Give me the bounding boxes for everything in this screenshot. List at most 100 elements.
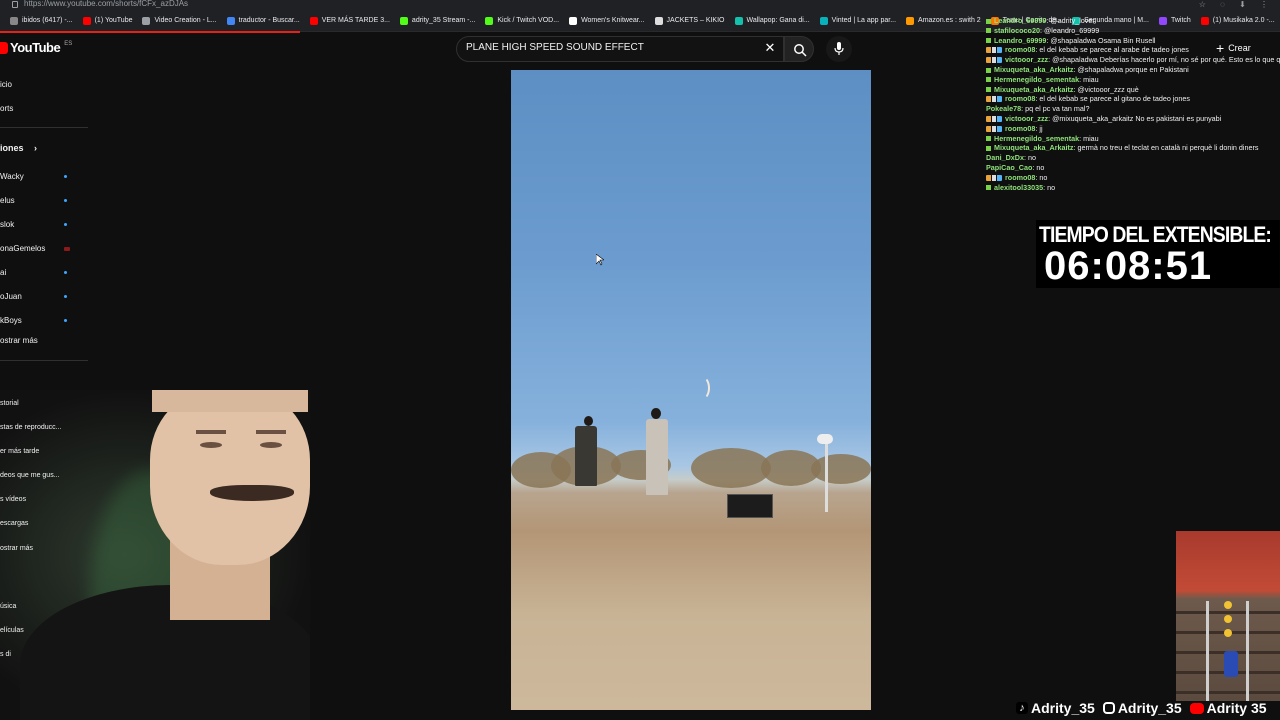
search-query-text[interactable]: PLANE HIGH SPEED SOUND EFFECT <box>466 42 644 53</box>
sidebar-channel-item[interactable]: oJuan <box>0 292 22 301</box>
chat-username[interactable]: roomo08 <box>1005 173 1035 182</box>
chevron-right-icon: › <box>34 143 38 153</box>
chat-username[interactable]: stafilococo20 <box>994 26 1040 35</box>
bookmark-item[interactable]: Women's Knitwear... <box>569 10 645 31</box>
chat-username[interactable]: Hermenegildo_sementak <box>994 75 1079 84</box>
chat-text: el del kebab se parece al gitano de tade… <box>1039 94 1191 104</box>
bookmark-item[interactable]: (1) YouTube <box>82 10 132 31</box>
sidebar-you-item[interactable]: deos que me gus... <box>0 472 60 479</box>
chat-username[interactable]: Pokeale78 <box>986 104 1021 113</box>
chat-badge-icon <box>986 77 991 83</box>
chat-badge-icon <box>986 125 1002 132</box>
url-text[interactable]: https://www.youtube.com/shorts/fCFx_azDJ… <box>24 0 188 8</box>
sidebar-you-item[interactable]: ostrar más <box>0 545 33 552</box>
chat-message: victooor_zzz: @shapaladwa Deberías hacer… <box>986 55 1280 65</box>
bookmark-item[interactable]: Wallapop: Gana di... <box>734 10 810 31</box>
chat-username[interactable]: Leandro_69999 <box>994 16 1046 25</box>
bookmark-item[interactable]: adrity_35 Stream -... <box>399 10 475 31</box>
sidebar-divider <box>0 127 88 128</box>
bookmark-label: traductor - Buscar... <box>238 17 300 24</box>
chat-username[interactable]: Mixuqueta_aka_Arkaitz <box>994 65 1074 74</box>
bookmark-item[interactable]: ibidos (6417) -... <box>10 10 73 31</box>
chat-username[interactable]: alexitool33035 <box>994 183 1043 192</box>
mouse-cursor-icon <box>596 254 604 266</box>
instagram-handle-text: Adrity_35 <box>1117 700 1182 716</box>
sidebar-item-inicio[interactable]: icio <box>0 80 12 89</box>
sidebar-you-item[interactable]: storial <box>0 400 19 407</box>
search-button[interactable] <box>784 36 814 62</box>
new-content-dot-icon <box>64 223 67 226</box>
voice-search-button[interactable] <box>826 36 852 62</box>
bookmark-item[interactable]: JACKETS – KIKIO <box>654 10 725 31</box>
chat-message: Hermenegildo_sementak: miau <box>986 134 1280 144</box>
social-handles: ♪ Adrity_35 Adrity_35 Adrity 35 <box>1016 700 1267 716</box>
chat-text: pq el pc va tan mal? <box>1025 104 1090 114</box>
sidebar-explore-item[interactable]: úsica <box>0 603 16 610</box>
sidebar-channel-item[interactable]: ai <box>0 268 6 277</box>
chat-badge-icon <box>986 18 991 24</box>
bookmark-label: ibidos (6417) -... <box>22 17 73 24</box>
sidebar-channel-item[interactable]: slok <box>0 220 14 229</box>
chat-text: @shapaladwa Osama Bin Rusell <box>1050 35 1156 45</box>
sidebar-channel-item[interactable]: Wacky <box>0 172 24 181</box>
bookmark-favicon-icon <box>734 16 743 25</box>
chat-username[interactable]: Leandro_69999 <box>994 36 1046 45</box>
new-content-dot-icon <box>64 175 67 178</box>
tiktok-handle: ♪ Adrity_35 <box>1016 700 1095 716</box>
sidebar-you-item[interactable]: s vídeos <box>0 496 26 503</box>
bookmark-item[interactable]: traductor - Buscar... <box>226 10 300 31</box>
chat-username[interactable]: victooor_zzz <box>1005 114 1048 123</box>
bookmark-favicon-icon <box>10 16 18 25</box>
bookmark-label: Amazon.es : swith 2 <box>918 17 981 24</box>
bookmark-item[interactable]: Vinted | La app par... <box>819 10 896 31</box>
bookmark-favicon-icon <box>142 16 151 25</box>
chat-username[interactable]: victooor_zzz <box>1005 55 1048 64</box>
chat-text: no <box>1047 182 1056 192</box>
sidebar-channel-item[interactable]: elus <box>0 196 15 205</box>
sidebar-explore-item[interactable]: s di <box>0 651 11 658</box>
chat-username[interactable]: Dani_DxDx <box>986 153 1024 162</box>
sidebar-channel-item[interactable]: kBoys <box>0 316 22 325</box>
sidebar-you-item[interactable]: escargas <box>0 520 28 527</box>
chat-badge-icon <box>986 96 1002 103</box>
chat-badge-icon <box>986 174 1002 181</box>
chat-message: roomo08: el del kebab se parece al gitan… <box>986 94 1280 104</box>
chat-username[interactable]: roomo08 <box>1005 124 1035 133</box>
sidebar-explore-item[interactable]: elículas <box>0 627 24 634</box>
clear-search-icon[interactable]: ✕ <box>762 40 778 56</box>
bookmark-favicon-icon <box>654 16 663 25</box>
chat-username[interactable]: roomo08 <box>1005 45 1035 54</box>
bookmark-favicon-icon <box>399 16 408 25</box>
shorts-video-player[interactable] <box>511 70 871 710</box>
bookmark-label: JACKETS – KIKIO <box>666 17 725 24</box>
chat-username[interactable]: PapiCao_Cao <box>986 163 1032 172</box>
chat-message: stafilococo20: @leandro_69999 <box>986 26 1280 36</box>
sidebar-item-shorts[interactable]: orts <box>0 104 13 113</box>
sidebar-you-item[interactable]: er más tarde <box>0 448 39 455</box>
bookmark-item[interactable]: Video Creation - L... <box>142 10 217 31</box>
chat-username[interactable]: Hermenegildo_sementak <box>994 134 1079 143</box>
bookmark-label: Video Creation - L... <box>154 17 217 24</box>
chat-text: miau <box>1083 133 1099 143</box>
chat-text: no <box>1039 172 1048 182</box>
chat-username[interactable]: Mixuqueta_aka_Arkaitz <box>994 85 1074 94</box>
bookmark-favicon-icon <box>82 16 91 25</box>
chat-message: PapiCao_Cao: no <box>986 162 1045 172</box>
chat-username[interactable]: roomo08 <box>1005 94 1035 103</box>
instagram-handle: Adrity_35 <box>1102 700 1182 716</box>
chat-text: el del kebab se parece al arabe de tadeo… <box>1039 45 1189 55</box>
youtube-logo[interactable]: YouTube ES <box>0 40 72 55</box>
chat-text: @leandro_69999 <box>1043 25 1100 35</box>
browser-url-bar[interactable]: https://www.youtube.com/shorts/fCFx_azDJ… <box>0 0 1280 10</box>
youtube-play-icon <box>0 41 8 54</box>
bookmark-label: Wallapop: Gana di... <box>746 17 810 24</box>
bookmark-item[interactable]: Kick / Twitch VOD... <box>485 10 559 31</box>
sidebar-subscriptions-header[interactable]: iones › <box>0 143 37 153</box>
bookmark-item[interactable]: VER MÁS TARDE 3... <box>309 10 390 31</box>
bookmark-item[interactable]: Amazon.es : swith 2 <box>906 10 981 31</box>
sidebar-channel-item[interactable]: onaGemelos <box>0 244 45 253</box>
sidebar-show-more[interactable]: ostrar más <box>0 336 38 345</box>
chat-message: Mixuqueta_aka_Arkaitz: @victooor_zzz què <box>986 85 1280 95</box>
sidebar-you-item[interactable]: stas de reproducc... <box>0 424 61 431</box>
chat-username[interactable]: Mixuqueta_aka_Arkaitz <box>994 143 1074 152</box>
